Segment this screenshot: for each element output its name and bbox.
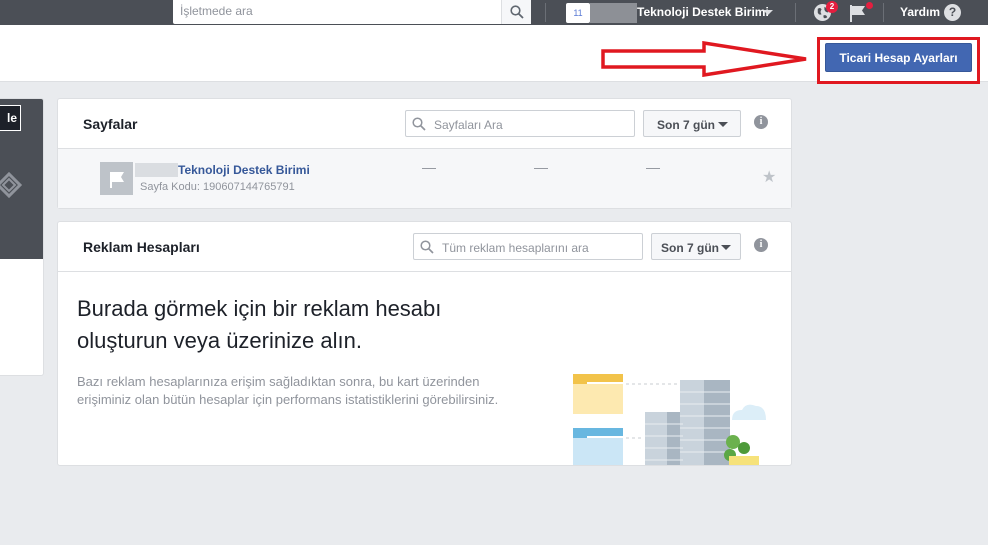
business-search-input[interactable]: İşletmede ara bbox=[173, 0, 531, 24]
left-card: le bbox=[0, 98, 44, 376]
ad-accounts-search-input[interactable]: Tüm reklam hesaplarını ara bbox=[413, 233, 643, 260]
chevron-down-icon bbox=[721, 245, 731, 250]
info-icon[interactable]: i bbox=[754, 115, 768, 129]
notification-badge: 2 bbox=[826, 1, 838, 13]
business-switcher[interactable]: Teknoloji Destek Birimi bbox=[637, 5, 769, 19]
page-stat: — bbox=[422, 159, 436, 175]
page-stat: — bbox=[534, 159, 548, 175]
pages-card-title: Sayfalar bbox=[83, 116, 138, 132]
star-icon[interactable]: ★ bbox=[762, 167, 776, 187]
topbar-divider bbox=[545, 3, 546, 22]
topbar-divider bbox=[795, 3, 796, 22]
dropdown-label: Son 7 gün bbox=[657, 118, 715, 132]
business-name-redacted bbox=[590, 3, 637, 23]
empty-state-title: Burada görmek için bir reklam hesabı olu… bbox=[77, 296, 442, 353]
help-link[interactable]: Yardım bbox=[900, 5, 940, 19]
pages-date-range-dropdown[interactable]: Son 7 gün bbox=[643, 110, 741, 137]
page-stat: — bbox=[646, 159, 660, 175]
search-icon bbox=[509, 5, 524, 19]
page-name-redacted bbox=[135, 163, 178, 177]
empty-state-description: Bazı reklam hesaplarınıza erişim sağladı… bbox=[77, 374, 499, 407]
left-card-button[interactable]: le bbox=[0, 105, 21, 131]
flag-icon[interactable] bbox=[848, 3, 868, 23]
search-icon bbox=[412, 117, 426, 131]
topbar-divider bbox=[883, 3, 884, 22]
pages-search-input[interactable]: Sayfaları Ara bbox=[405, 110, 635, 137]
page-flag-icon bbox=[109, 171, 124, 188]
pages-card: Sayfalar Sayfaları Ara Son 7 gün i Tekno… bbox=[57, 98, 792, 209]
search-placeholder: İşletmede ara bbox=[180, 4, 253, 18]
diamond-icon bbox=[0, 172, 22, 198]
help-icon[interactable]: ? bbox=[944, 4, 961, 21]
empty-state-illustration bbox=[573, 374, 766, 465]
notification-dot bbox=[866, 2, 873, 9]
card-divider bbox=[58, 271, 791, 272]
search-placeholder: Sayfaları Ara bbox=[434, 118, 503, 132]
ad-accounts-card: Reklam Hesapları Tüm reklam hesaplarını … bbox=[57, 221, 792, 466]
page-name-link[interactable]: Teknoloji Destek Birimi bbox=[178, 163, 310, 177]
business-avatar[interactable]: 11 bbox=[566, 3, 590, 23]
info-icon[interactable]: i bbox=[754, 238, 768, 252]
page-id: Sayfa Kodu: 190607144765791 bbox=[140, 181, 295, 193]
ad-accounts-card-title: Reklam Hesapları bbox=[83, 239, 200, 255]
page-list-item[interactable]: Teknoloji Destek Birimi Sayfa Kodu: 1906… bbox=[58, 148, 791, 208]
chevron-down-icon bbox=[718, 122, 728, 127]
dropdown-label: Son 7 gün bbox=[661, 241, 719, 255]
search-placeholder: Tüm reklam hesaplarını ara bbox=[442, 241, 589, 255]
search-icon bbox=[420, 240, 434, 254]
chevron-down-icon[interactable] bbox=[763, 10, 773, 15]
business-settings-button[interactable]: Ticari Hesap Ayarları bbox=[825, 43, 972, 72]
red-arrow-annotation bbox=[601, 41, 807, 77]
top-navigation-bar: İşletmede ara 11 Teknoloji Destek Birimi… bbox=[0, 0, 988, 25]
ad-accounts-date-range-dropdown[interactable]: Son 7 gün bbox=[651, 233, 741, 260]
page-avatar[interactable] bbox=[100, 162, 133, 195]
search-button[interactable] bbox=[501, 0, 531, 24]
